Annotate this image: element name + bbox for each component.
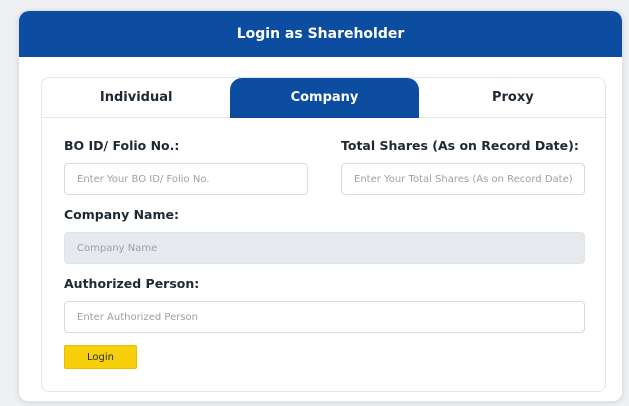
tab-bar: Individual Company Proxy [42,78,607,118]
total-shares-group: Total Shares (As on Record Date): [341,136,585,195]
company-login-form: BO ID/ Folio No.: Total Shares (As on Re… [64,136,585,369]
tab-individual[interactable]: Individual [42,78,231,118]
login-title: Login as Shareholder [236,26,405,42]
authorized-person-label: Authorized Person: [64,276,200,291]
tab-company[interactable]: Company [230,78,419,118]
company-name-group: Company Name: [64,205,585,264]
bo-id-group: BO ID/ Folio No.: [64,136,308,195]
total-shares-label: Total Shares (As on Record Date): [341,138,579,153]
company-name-label: Company Name: [64,207,179,222]
company-name-input [64,232,585,264]
login-card: Login as Shareholder Individual Company … [18,10,623,402]
login-panel: Individual Company Proxy BO ID/ Folio No… [41,77,607,392]
bo-id-input[interactable] [64,163,308,195]
authorized-person-input[interactable] [64,301,585,333]
login-button[interactable]: Login [64,345,137,369]
form-row-top: BO ID/ Folio No.: Total Shares (As on Re… [64,136,585,195]
total-shares-input[interactable] [341,163,585,195]
bo-id-label: BO ID/ Folio No.: [64,138,180,153]
card-header: Login as Shareholder [19,11,622,57]
authorized-person-group: Authorized Person: [64,274,585,333]
tab-proxy[interactable]: Proxy [418,78,607,118]
